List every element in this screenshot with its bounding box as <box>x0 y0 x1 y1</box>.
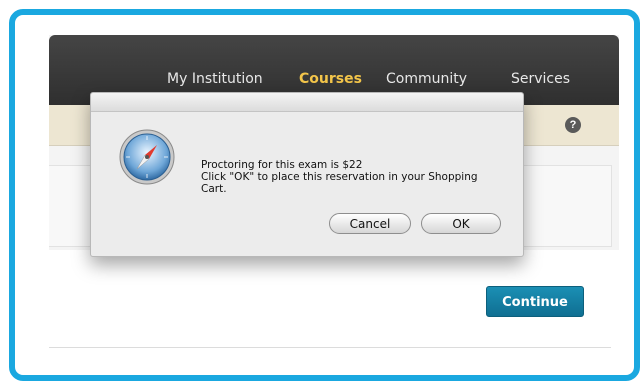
nav-courses[interactable]: Courses <box>299 71 362 87</box>
dialog-message: Proctoring for this exam is $22 Click "O… <box>201 159 501 195</box>
nav-community[interactable]: Community <box>386 71 467 87</box>
safari-compass-icon <box>119 129 175 185</box>
dialog-titlebar <box>91 93 523 112</box>
continue-button[interactable]: Continue <box>486 286 584 317</box>
ok-button[interactable]: OK <box>421 213 501 234</box>
dialog-message-line: Click "OK" to place this reservation in … <box>201 171 478 183</box>
cancel-button[interactable]: Cancel <box>329 213 411 234</box>
screenshot-frame: My Institution Courses Community Service… <box>9 9 640 381</box>
dialog-message-line: Cart. <box>201 183 227 195</box>
nav-services[interactable]: Services <box>511 71 570 87</box>
alert-dialog: Proctoring for this exam is $22 Click "O… <box>90 92 524 257</box>
nav-my-institution[interactable]: My Institution <box>167 71 263 87</box>
dialog-message-line: Proctoring for this exam is $22 <box>201 159 363 171</box>
content-divider <box>49 347 611 348</box>
help-icon[interactable]: ? <box>565 117 581 133</box>
